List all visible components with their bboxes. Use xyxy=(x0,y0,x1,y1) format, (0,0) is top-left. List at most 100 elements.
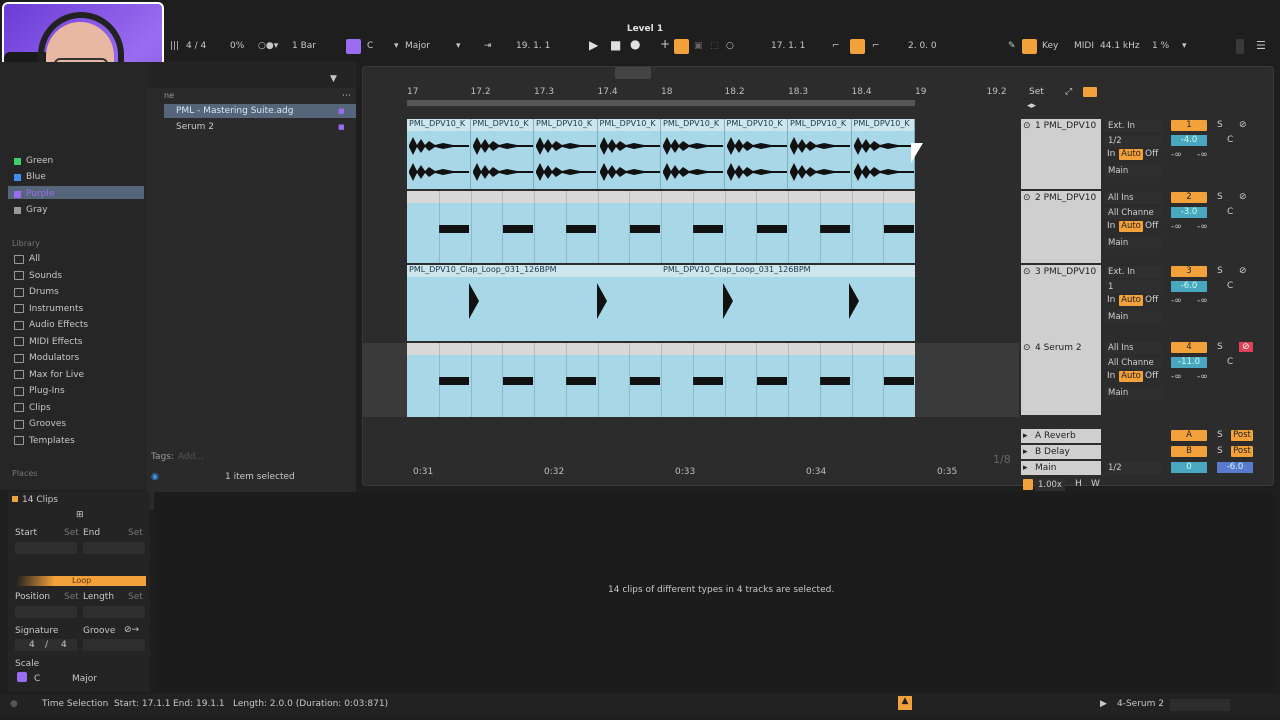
loop-length[interactable]: 2. 0. 0 xyxy=(908,41,937,51)
loop-start[interactable]: 17. 1. 1 xyxy=(771,41,805,51)
expand-icon[interactable]: ⤢ xyxy=(1065,87,1072,97)
send-b-value[interactable]: -∞ xyxy=(1197,372,1208,382)
clip-header[interactable]: PML_DPV10_K xyxy=(724,119,787,131)
audio-clip[interactable]: PML_DPV10_K xyxy=(534,119,598,189)
record-icon[interactable]: ● xyxy=(630,37,640,51)
start-field[interactable] xyxy=(15,542,77,554)
clip-header[interactable]: PML_DPV10_K xyxy=(534,119,597,131)
pan-knob[interactable]: C xyxy=(1227,281,1233,291)
audio-clip[interactable]: PML_DPV10_K xyxy=(470,119,534,189)
midi-note[interactable] xyxy=(629,225,660,233)
play-icon[interactable]: ▸ xyxy=(1023,463,1028,473)
send-b-value[interactable]: -∞ xyxy=(1197,222,1208,232)
main-track-header[interactable] xyxy=(1021,461,1101,475)
end-set-button[interactable]: Set xyxy=(128,528,143,538)
stop-icon[interactable]: ■ xyxy=(610,38,621,52)
main-volume-db[interactable]: -6.0 xyxy=(1217,462,1253,473)
filter-icon[interactable]: ▼ xyxy=(330,74,337,84)
play-icon[interactable]: ▶ xyxy=(589,38,598,52)
midi-note[interactable] xyxy=(502,377,533,385)
monitor-off-button[interactable]: Off xyxy=(1145,221,1158,231)
color-tag-gray[interactable]: Gray xyxy=(14,205,48,215)
output-select[interactable]: Main xyxy=(1105,165,1163,177)
beat-ruler[interactable]: 17 17.2 17.3 17.4 18 18.2 18.3 18.4 19 19.2 xyxy=(407,87,1017,99)
fold-icon[interactable]: ⊙ xyxy=(1023,343,1031,353)
file-row[interactable]: PML - Mastering Suite.adg xyxy=(164,104,356,118)
signature-denominator[interactable]: 4 xyxy=(61,640,67,650)
main-track-name[interactable]: Main xyxy=(1035,463,1057,473)
lock-icon[interactable] xyxy=(1083,87,1097,97)
input-type-select[interactable]: All Ins xyxy=(1105,192,1163,204)
pan-knob[interactable]: C xyxy=(1227,135,1233,145)
midi-note[interactable] xyxy=(566,225,596,233)
post-toggle[interactable]: Post xyxy=(1231,446,1253,457)
preview-icon[interactable]: ◉ xyxy=(151,472,159,482)
grid-icon[interactable]: ||| xyxy=(170,41,179,51)
return-activator[interactable]: A xyxy=(1171,430,1207,441)
midi-note[interactable] xyxy=(883,377,914,385)
loop-back-icon[interactable]: ▣ xyxy=(694,41,703,51)
return-activator[interactable]: B xyxy=(1171,446,1207,457)
return-track-name[interactable]: B Delay xyxy=(1035,447,1070,457)
draw-mode-icon[interactable]: ✎ xyxy=(1008,41,1016,51)
midi-note[interactable] xyxy=(693,225,723,233)
post-toggle[interactable]: Post xyxy=(1231,430,1253,441)
main-volume[interactable]: 0 xyxy=(1171,462,1207,473)
input-channel-select[interactable]: All Channe xyxy=(1105,357,1163,369)
input-type-select[interactable]: All Ins xyxy=(1105,342,1163,354)
send-a-value[interactable]: -∞ xyxy=(1171,150,1182,160)
arm-icon[interactable]: ⊘ xyxy=(1239,192,1247,202)
library-item[interactable]: Max for Live xyxy=(14,370,84,380)
arrangement-position[interactable]: 19. 1. 1 xyxy=(516,41,550,51)
main-channel-select[interactable]: 1/2 xyxy=(1105,462,1163,474)
start-set-button[interactable]: Set xyxy=(64,528,79,538)
midi-note[interactable] xyxy=(693,377,723,385)
midi-note[interactable] xyxy=(883,225,914,233)
scale-root-select[interactable]: C xyxy=(367,41,373,51)
add-icon[interactable]: ⊞ xyxy=(76,510,84,520)
clip-header[interactable]: PML_DPV10_K xyxy=(597,119,660,131)
play-icon[interactable]: ▸ xyxy=(1023,431,1028,441)
input-type-select[interactable]: Ext. In xyxy=(1105,266,1163,278)
input-type-select[interactable]: Ext. In xyxy=(1105,120,1163,132)
volume-slider[interactable]: -4.0 xyxy=(1171,135,1207,146)
warning-icon[interactable]: ▲ xyxy=(898,696,912,710)
solo-button[interactable]: S xyxy=(1217,446,1223,456)
monitor-in-button[interactable]: In xyxy=(1107,295,1115,305)
capture-icon[interactable]: ⬚ xyxy=(710,41,719,51)
clip-midi[interactable] xyxy=(407,343,915,417)
loop-toggle[interactable]: Loop xyxy=(16,576,146,586)
add-icon[interactable]: + xyxy=(660,37,670,51)
tempo-follow-icon[interactable] xyxy=(1023,479,1033,490)
play-icon[interactable]: ▶ xyxy=(1100,699,1107,709)
send-a-value[interactable]: -∞ xyxy=(1171,372,1182,382)
clip-header[interactable]: PML_DPV10_K xyxy=(470,119,533,131)
time-ruler[interactable]: 0:31 0:32 0:33 0:34 0:35 xyxy=(407,467,1007,479)
midi-note[interactable] xyxy=(502,225,533,233)
automation-arm-icon[interactable] xyxy=(674,39,689,54)
audio-clip[interactable]: PML_DPV10_K xyxy=(724,119,788,189)
clip-header[interactable]: PML_DPV10_K xyxy=(851,119,914,131)
midi-note[interactable] xyxy=(629,377,660,385)
library-item[interactable]: Drums xyxy=(14,287,59,297)
track-activator[interactable]: 2 xyxy=(1171,192,1207,203)
position-field[interactable] xyxy=(15,606,77,618)
scale-name-select[interactable]: Major xyxy=(405,41,430,51)
audio-clip[interactable]: PML_DPV10_K xyxy=(407,119,471,189)
send-a-value[interactable]: -∞ xyxy=(1171,222,1182,232)
monitor-auto-button[interactable]: Auto xyxy=(1119,149,1143,160)
track-activator[interactable]: 4 xyxy=(1171,342,1207,353)
monitor-off-button[interactable]: Off xyxy=(1145,371,1158,381)
length-field[interactable] xyxy=(83,606,145,618)
input-channel-select[interactable]: All Channe xyxy=(1105,207,1163,219)
fold-icon[interactable]: ⊙ xyxy=(1023,267,1031,277)
solo-button[interactable]: S xyxy=(1217,430,1223,440)
scale-mode-icon[interactable] xyxy=(346,39,361,54)
midi-note[interactable] xyxy=(439,377,469,385)
library-item[interactable]: Clips xyxy=(14,403,51,413)
monitor-off-button[interactable]: Off xyxy=(1145,295,1158,305)
library-item[interactable]: Modulators xyxy=(14,353,79,363)
audio-clip[interactable]: PML_DPV10_K xyxy=(597,119,661,189)
key-map-icon[interactable] xyxy=(1022,39,1037,54)
tags-input[interactable]: Add... xyxy=(178,452,204,462)
